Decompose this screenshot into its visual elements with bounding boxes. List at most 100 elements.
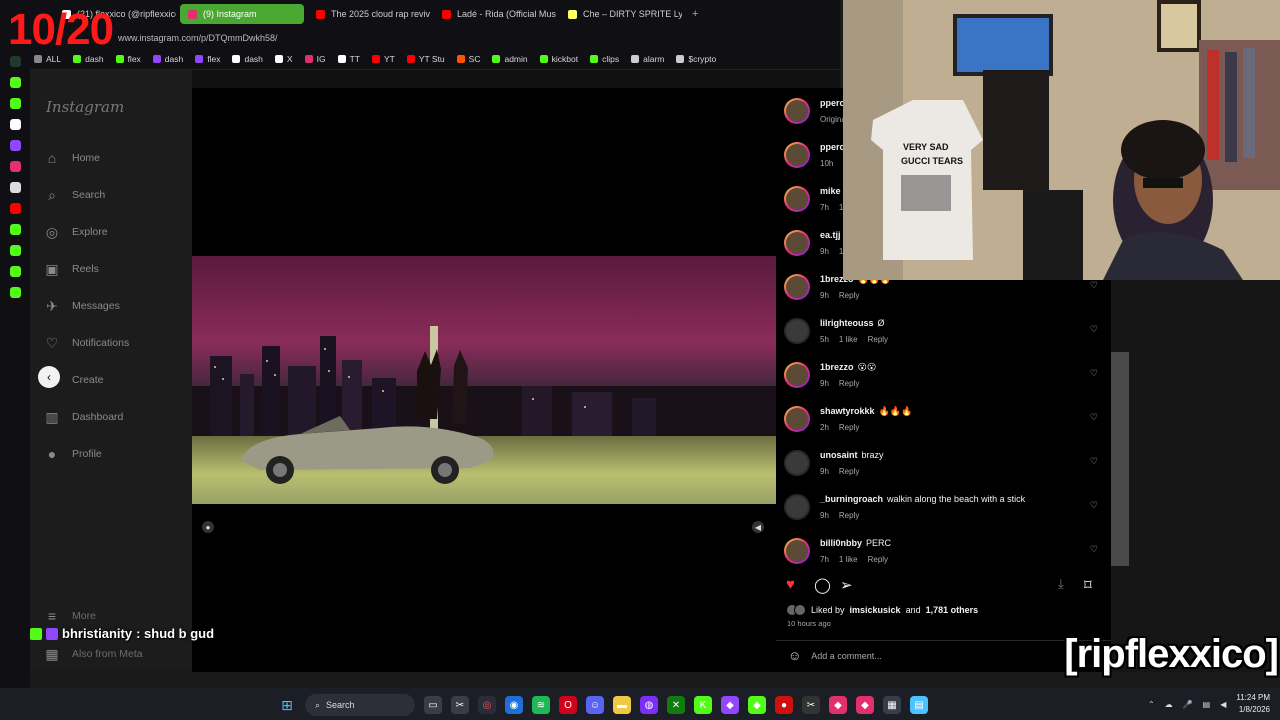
bookmark[interactable]: dash [73, 54, 104, 64]
share-icon[interactable]: ➢ [840, 576, 853, 594]
kick-icon[interactable]: K [694, 696, 712, 714]
bookmark[interactable]: dash [232, 54, 263, 64]
app-icon[interactable]: ◆ [829, 696, 847, 714]
liked-by-others[interactable]: 1,781 others [926, 605, 979, 615]
bookmark[interactable]: clips [590, 54, 619, 64]
bookmark[interactable]: $crypto [676, 54, 716, 64]
url-text[interactable]: www.instagram.com/p/DTQmmDwkh58/ [118, 33, 278, 43]
avatar[interactable] [784, 406, 810, 432]
avatar[interactable] [784, 450, 810, 476]
comment-like-heart-icon[interactable]: ♡ [1090, 456, 1098, 467]
xbox-icon[interactable]: ✕ [667, 696, 685, 714]
kick-icon[interactable] [9, 77, 21, 88]
like-heart-icon[interactable]: ♥ [786, 576, 795, 593]
bookmark[interactable]: SC [456, 54, 480, 64]
liked-by-user[interactable]: imsickusick [850, 605, 901, 615]
comment-username[interactable]: 1brezzo [820, 362, 854, 372]
reply-button[interactable]: Reply [839, 291, 859, 300]
bookmark[interactable]: admin [492, 54, 528, 64]
kick-icon[interactable] [9, 98, 21, 109]
microphone-icon[interactable]: 🎤 [1183, 700, 1193, 709]
browser-tab[interactable]: (9) Instagram [180, 4, 304, 24]
nav-reels[interactable]: ▣ Reels [44, 259, 129, 279]
clock[interactable]: 11:24 PM 1/8/2026 [1236, 692, 1270, 716]
bookmark[interactable]: IG [304, 54, 326, 64]
comment-username[interactable]: pperc [820, 98, 845, 108]
comment-username[interactable]: _burningroach [820, 494, 883, 504]
nav-home[interactable]: ⌂ Home [44, 148, 129, 168]
browser-tab[interactable]: The 2025 cloud rap revival [308, 4, 430, 24]
likes-summary[interactable]: Liked by imsickusick and 1,781 others [786, 604, 978, 616]
comment-like-heart-icon[interactable]: ♡ [1090, 280, 1098, 291]
app-icon[interactable]: ● [775, 696, 793, 714]
app-icon[interactable]: ◆ [748, 696, 766, 714]
youtube-icon[interactable] [9, 203, 21, 214]
play-icon[interactable] [9, 224, 21, 235]
nav-notifications[interactable]: ♡ Notifications [44, 333, 129, 353]
capcut-icon[interactable]: ✂ [802, 696, 820, 714]
comment-username[interactable]: ea.tjj [820, 230, 841, 240]
twitch-icon[interactable]: ◆ [721, 696, 739, 714]
reply-button[interactable]: Reply [868, 335, 888, 344]
avatar[interactable] [784, 98, 810, 124]
bookmark[interactable]: alarm [631, 54, 664, 64]
bookmark[interactable]: flex [195, 54, 220, 64]
browser-tab[interactable]: Che – DIRTY SPRITE Lyrics [560, 4, 682, 24]
comment-username[interactable]: pperc [820, 142, 845, 152]
openai-icon[interactable] [9, 119, 21, 130]
taskbar-search[interactable]: ⌕ Search [305, 694, 415, 716]
nav-dashboard[interactable]: ▥ Dashboard [44, 407, 129, 427]
avatar[interactable] [784, 318, 810, 344]
bookmark[interactable]: ALL [34, 54, 61, 64]
emoji-icon[interactable]: ☺ [788, 648, 801, 663]
notepad-icon[interactable]: ▤ [910, 696, 928, 714]
snipping-tool-icon[interactable]: ✂ [451, 696, 469, 714]
network-icon[interactable]: ▤ [1203, 700, 1211, 709]
puzzle-icon[interactable] [9, 266, 21, 277]
comment-like-heart-icon[interactable]: ♡ [1090, 412, 1098, 423]
previous-post-arrow-icon[interactable]: ‹ [38, 366, 60, 388]
reply-button[interactable]: Reply [839, 511, 859, 520]
obs-icon[interactable]: ◍ [640, 696, 658, 714]
nav-messages[interactable]: ✈ Messages [44, 296, 129, 316]
also-from-meta-button[interactable]: ▦ Also from Meta [44, 646, 142, 662]
calculator-icon[interactable]: ▦ [883, 696, 901, 714]
chrome-icon[interactable]: ◉ [505, 696, 523, 714]
nav-profile[interactable]: ● Profile [44, 444, 129, 464]
browser-tab[interactable]: Ladé - Rida (Official Music [434, 4, 556, 24]
discord-icon[interactable]: ☺ [586, 696, 604, 714]
tagged-users-icon[interactable]: ● [202, 521, 214, 533]
more-button[interactable]: ≡ More [44, 608, 96, 624]
bookmark[interactable]: YT Stu [406, 54, 445, 64]
url-bar[interactable]: www.instagram.com/p/DTQmmDwkh58/ [0, 28, 840, 48]
comment-username[interactable]: lilrighteouss [820, 318, 874, 328]
avatar[interactable] [784, 186, 810, 212]
twitch-icon[interactable] [9, 140, 21, 151]
comment-username[interactable]: shawtyrokkk [820, 406, 875, 416]
x-icon[interactable] [9, 182, 21, 193]
bookmark[interactable]: TT [337, 54, 360, 64]
comment-username[interactable]: unosaint [820, 450, 858, 460]
bookmark[interactable]: YT [371, 54, 395, 64]
file-explorer-icon[interactable]: ▬ [613, 696, 631, 714]
add-comment-bar[interactable]: ☺ Add a comment... [776, 640, 1111, 670]
tray-chevron-icon[interactable]: ⌃ [1148, 700, 1155, 709]
comment-like-heart-icon[interactable]: ♡ [1090, 324, 1098, 335]
avatar[interactable] [784, 274, 810, 300]
instagram-icon[interactable] [9, 161, 21, 172]
bookmark-icon[interactable]: ⌑ [1084, 576, 1092, 594]
download-icon[interactable]: ⤓ [1058, 576, 1064, 592]
avatar[interactable] [784, 538, 810, 564]
avatar[interactable] [784, 494, 810, 520]
comment-like-heart-icon[interactable]: ♡ [1090, 544, 1098, 555]
avatar[interactable] [784, 230, 810, 256]
opera-gx-icon[interactable]: ◎ [478, 696, 496, 714]
settings-icon[interactable] [9, 287, 21, 298]
windows-start-icon[interactable]: ⊞ [278, 696, 296, 714]
comment-like-heart-icon[interactable]: ♡ [1090, 368, 1098, 379]
bookmark[interactable]: X [274, 54, 293, 64]
reply-button[interactable]: Reply [868, 555, 888, 564]
avatar[interactable] [784, 142, 810, 168]
comment-icon[interactable]: ◯ [814, 576, 831, 594]
comment-username[interactable]: mike [820, 186, 841, 196]
